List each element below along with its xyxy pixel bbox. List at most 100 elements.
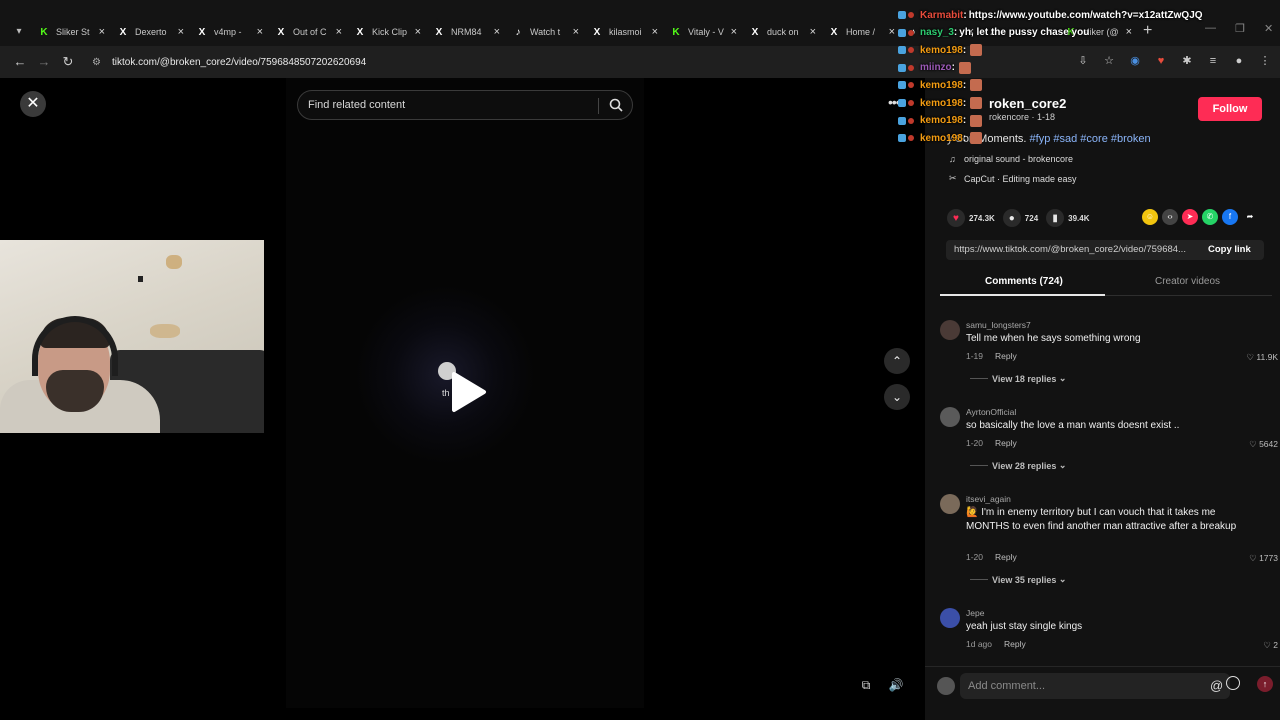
tab-close-icon[interactable]: × — [415, 26, 421, 38]
tab-close-icon[interactable]: × — [652, 26, 658, 38]
reply-button[interactable]: Reply — [995, 552, 1017, 562]
embed-code-icon[interactable]: ‹› — [1162, 209, 1178, 225]
music-title[interactable]: original sound - brokencore — [964, 154, 1073, 164]
chat-username[interactable]: nasy_3 — [920, 27, 954, 38]
webcam-overlay — [0, 240, 264, 433]
tab-close-icon[interactable]: × — [336, 26, 342, 38]
tab-close-icon[interactable]: × — [99, 26, 105, 38]
tab-comments[interactable]: Comments (724) — [985, 276, 1063, 287]
tab-creator-videos[interactable]: Creator videos — [1155, 276, 1220, 287]
forward-icon[interactable]: → — [36, 54, 52, 70]
search-icon[interactable] — [608, 97, 624, 113]
comment-button[interactable]: ● 724 — [1002, 209, 1038, 227]
browser-tab[interactable]: X Out of C × — [269, 22, 348, 42]
browser-tab[interactable]: Xkilasmoi × — [585, 22, 664, 42]
music-note-icon: ♫ — [949, 154, 956, 164]
capcut-icon: ✂ — [949, 173, 957, 183]
chat-username[interactable]: Karmabit — [920, 10, 963, 21]
browser-tab[interactable]: Xv4mp - × — [190, 22, 269, 42]
tab-search-menu-icon[interactable]: ▾ — [10, 24, 28, 40]
share-more-icon[interactable]: ➦ — [1242, 209, 1258, 225]
facebook-icon[interactable]: f — [1222, 209, 1238, 225]
browser-tab[interactable]: K Sliker St × — [32, 22, 111, 42]
comment-username[interactable]: samu_longsters7 — [966, 320, 1031, 330]
url-field[interactable]: ⚙ tiktok.com/@broken_core2/video/7596848… — [92, 54, 366, 70]
tab-close-icon[interactable]: × — [573, 26, 579, 38]
tab-close-icon[interactable]: × — [257, 26, 263, 38]
close-window-icon[interactable]: ✕ — [1264, 22, 1273, 35]
play-icon[interactable] — [448, 370, 488, 414]
chat-username[interactable]: kemo198 — [920, 45, 963, 56]
comment-avatar[interactable] — [940, 320, 960, 340]
chat-username[interactable]: kemo198 — [920, 115, 963, 126]
comment-like[interactable]: ♡ 1773 — [1249, 553, 1278, 564]
chat-message: kemo198 : — [898, 43, 983, 57]
chat-username[interactable]: kemo198 — [920, 98, 963, 109]
browser-menu-icon[interactable]: ⋮ — [1258, 54, 1272, 68]
reply-button[interactable]: Reply — [1004, 639, 1026, 649]
add-comment-input[interactable]: Add comment... @ — [960, 673, 1230, 699]
comment-like[interactable]: ♡ 2 — [1263, 640, 1278, 651]
url-text: tiktok.com/@broken_core2/video/759684850… — [112, 56, 367, 68]
comment-username[interactable]: itsevi_again — [966, 494, 1011, 504]
reply-button[interactable]: Reply — [995, 351, 1017, 361]
music-row[interactable]: ♫ original sound - brokencore — [949, 154, 1073, 164]
volume-icon[interactable]: 🔊 — [886, 676, 906, 694]
picture-in-picture-icon[interactable]: ⧉ — [856, 676, 876, 694]
comment-avatar[interactable] — [940, 494, 960, 514]
browser-tab[interactable]: X Home / × — [822, 22, 901, 42]
tab-label: kilasmoi — [609, 27, 642, 37]
capcut-label[interactable]: CapCut · Editing made easy — [964, 174, 1077, 184]
view-replies-button[interactable]: View 18 replies ⌄ — [970, 373, 1066, 384]
chat-separator: : — [962, 44, 967, 56]
emoji-icon[interactable] — [1226, 676, 1240, 690]
site-info-icon[interactable]: ⚙ — [92, 57, 104, 68]
view-replies-button[interactable]: View 28 replies ⌄ — [970, 460, 1066, 471]
capcut-row[interactable]: ✂ CapCut · Editing made easy — [949, 173, 1077, 184]
browser-tab[interactable]: ♪ Watch t × — [506, 22, 585, 42]
send-to-friend-icon[interactable]: ➤ — [1182, 209, 1198, 225]
comment-like[interactable]: ♡ 11.9K — [1246, 352, 1278, 363]
tab-close-icon[interactable]: × — [731, 26, 737, 38]
like-button[interactable]: ♥ 274.3K — [947, 209, 995, 227]
chat-username[interactable]: kemo198 — [920, 80, 963, 91]
next-video-button[interactable]: ⌄ — [884, 384, 910, 410]
browser-tab[interactable]: Xduck on × — [743, 22, 822, 42]
comment-like[interactable]: ♡ 5642 — [1249, 439, 1278, 450]
tab-close-icon[interactable]: × — [810, 26, 816, 38]
comment-username[interactable]: AyrtonOfficial — [966, 407, 1016, 417]
whatsapp-icon[interactable]: ✆ — [1202, 209, 1218, 225]
chat-badge-icon — [898, 81, 906, 90]
restore-icon[interactable]: ❐ — [1235, 22, 1245, 35]
view-replies-button[interactable]: View 35 replies ⌄ — [970, 574, 1066, 585]
browser-tab[interactable]: X NRM84 × — [427, 22, 506, 42]
reply-button[interactable]: Reply — [995, 438, 1017, 448]
copy-link-button[interactable]: Copy link — [1208, 244, 1251, 255]
profile-avatar-icon[interactable]: ● — [1232, 54, 1246, 68]
chat-username[interactable]: miinzo — [920, 62, 952, 73]
browser-tab[interactable]: K Vitaly - V × — [664, 22, 743, 42]
comment-avatar[interactable] — [940, 407, 960, 427]
share-link-box: https://www.tiktok.com/@broken_core2/vid… — [946, 240, 1264, 260]
related-content-search[interactable]: Find related content — [297, 90, 633, 120]
comment-username[interactable]: Jepe — [966, 608, 984, 618]
browser-tab[interactable]: X Kick Clip × — [348, 22, 427, 42]
search-input[interactable]: Find related content — [308, 99, 405, 111]
mention-icon[interactable]: @ — [1210, 678, 1223, 693]
send-comment-button[interactable]: ↑ — [1257, 676, 1273, 692]
previous-video-button[interactable]: ⌃ — [884, 348, 910, 374]
reload-icon[interactable]: ↻ — [60, 54, 76, 70]
tab-close-icon[interactable]: × — [494, 26, 500, 38]
share-link-text[interactable]: https://www.tiktok.com/@broken_core2/vid… — [954, 244, 1198, 255]
save-button[interactable]: ▮ 39.4K — [1046, 209, 1090, 227]
browser-tab[interactable]: X Dexerto × — [111, 22, 190, 42]
tab-label: Kick Clip — [372, 27, 408, 37]
close-video-button[interactable]: ✕ — [20, 91, 46, 117]
comment-avatar[interactable] — [940, 608, 960, 628]
share-repost-icon[interactable]: ☺ — [1142, 209, 1158, 225]
back-icon[interactable]: ← — [12, 54, 28, 70]
tab-close-icon[interactable]: × — [178, 26, 184, 38]
chat-username[interactable]: kemo198 — [920, 133, 963, 144]
tab-favicon-icon: X — [119, 26, 127, 38]
tab-close-icon[interactable]: × — [889, 26, 895, 38]
